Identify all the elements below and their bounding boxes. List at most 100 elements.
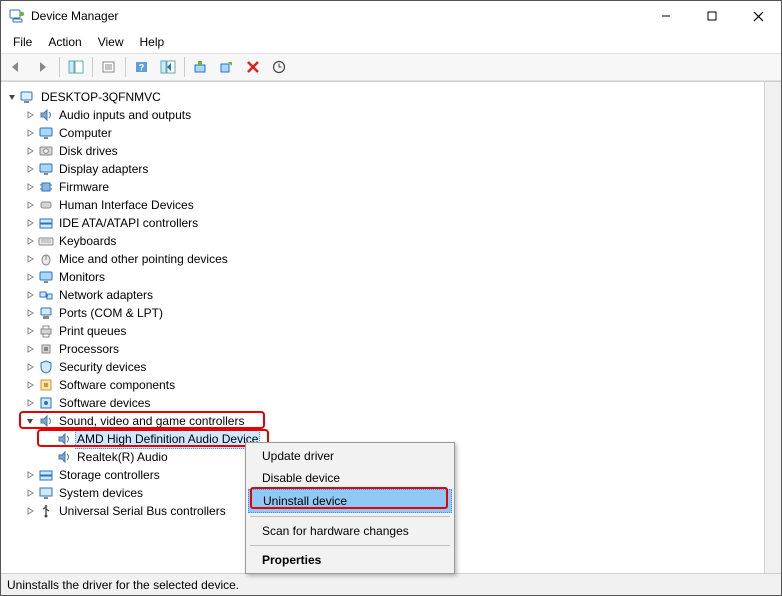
monitor-icon — [38, 125, 54, 141]
expand-icon[interactable] — [23, 308, 37, 318]
tree-item[interactable]: Processors — [3, 340, 762, 358]
tree-item[interactable]: Security devices — [3, 358, 762, 376]
tree-item[interactable]: Disk drives — [3, 142, 762, 160]
tree-item-label: Audio inputs and outputs — [57, 106, 193, 124]
tree-item[interactable]: Audio inputs and outputs — [3, 106, 762, 124]
software-component-icon — [38, 377, 54, 393]
statusbar-text: Uninstalls the driver for the selected d… — [7, 578, 239, 592]
tree-item-label: Firmware — [57, 178, 111, 196]
tree-item[interactable]: Display adapters — [3, 160, 762, 178]
expand-icon[interactable] — [23, 110, 37, 120]
tree-item-label: Disk drives — [57, 142, 120, 160]
expand-icon[interactable] — [23, 164, 37, 174]
tree-item-label: Keyboards — [57, 232, 118, 250]
storage-controller-icon — [38, 467, 54, 483]
tree-item[interactable]: Network adapters — [3, 286, 762, 304]
cpu-icon — [38, 341, 54, 357]
help-button[interactable]: ? — [130, 56, 154, 78]
tree-item-label: Display adapters — [57, 160, 150, 178]
tree-item-label: Human Interface Devices — [57, 196, 196, 214]
context-menu-separator — [250, 545, 450, 546]
maximize-button[interactable] — [689, 1, 735, 31]
tree-item-label: Computer — [57, 124, 114, 142]
forward-button[interactable] — [31, 56, 55, 78]
tree-item[interactable]: Human Interface Devices — [3, 196, 762, 214]
context-menu-item[interactable]: Uninstall device — [248, 489, 452, 513]
expand-icon[interactable] — [23, 290, 37, 300]
tree-item-label: Network adapters — [57, 286, 155, 304]
update-driver-button[interactable] — [189, 56, 213, 78]
expand-icon[interactable] — [23, 236, 37, 246]
collapse-icon[interactable] — [23, 416, 37, 426]
tree-item-label: System devices — [57, 484, 145, 502]
expand-icon[interactable] — [23, 362, 37, 372]
expand-icon[interactable] — [23, 182, 37, 192]
tree-item-label: Software devices — [57, 394, 152, 412]
context-menu-item[interactable]: Disable device — [248, 467, 452, 489]
toolbar-sep — [184, 57, 185, 77]
expand-icon[interactable] — [23, 380, 37, 390]
tree-item-label: Mice and other pointing devices — [57, 250, 230, 268]
app-icon — [9, 8, 25, 24]
toolbar: ? — [1, 53, 781, 81]
expand-icon[interactable] — [23, 326, 37, 336]
tree-item-label: Sound, video and game controllers — [57, 412, 246, 430]
minimize-button[interactable] — [643, 1, 689, 31]
toolbar-sep — [125, 57, 126, 77]
tree-item[interactable]: Monitors — [3, 268, 762, 286]
expand-icon[interactable] — [23, 398, 37, 408]
menubar: File Action View Help — [1, 31, 781, 53]
tree-item-label: DESKTOP-3QFNMVC — [39, 88, 163, 106]
expand-icon[interactable] — [23, 146, 37, 156]
speaker-icon — [38, 107, 54, 123]
expand-icon[interactable] — [23, 470, 37, 480]
show-hide-tree-button[interactable] — [64, 56, 88, 78]
tree-item[interactable]: Ports (COM & LPT) — [3, 304, 762, 322]
collapse-icon[interactable] — [5, 92, 19, 102]
tree-item[interactable]: Print queues — [3, 322, 762, 340]
tree-item[interactable]: Computer — [3, 124, 762, 142]
tree-item-label: Security devices — [57, 358, 148, 376]
tree-item-label: Universal Serial Bus controllers — [57, 502, 228, 520]
tree-item[interactable]: Keyboards — [3, 232, 762, 250]
monitor-icon — [38, 269, 54, 285]
menu-file[interactable]: File — [7, 33, 38, 51]
statusbar: Uninstalls the driver for the selected d… — [1, 573, 781, 595]
scan-hardware-button[interactable] — [267, 56, 291, 78]
tree-item-label: AMD High Definition Audio Device — [75, 429, 260, 449]
expand-icon[interactable] — [23, 272, 37, 282]
properties-button[interactable] — [97, 56, 121, 78]
back-button[interactable] — [5, 56, 29, 78]
expand-icon[interactable] — [23, 344, 37, 354]
tree-item[interactable]: IDE ATA/ATAPI controllers — [3, 214, 762, 232]
menu-action[interactable]: Action — [42, 33, 87, 51]
delete-button[interactable] — [241, 56, 265, 78]
vertical-scrollbar[interactable] — [764, 82, 781, 573]
context-menu-item[interactable]: Properties — [248, 549, 452, 571]
expand-icon[interactable] — [23, 218, 37, 228]
tree-item[interactable]: Firmware — [3, 178, 762, 196]
menu-view[interactable]: View — [92, 33, 130, 51]
tree-item[interactable]: Software devices — [3, 394, 762, 412]
context-menu-item[interactable]: Update driver — [248, 445, 452, 467]
svg-text:?: ? — [139, 63, 145, 73]
tree-item[interactable]: Software components — [3, 376, 762, 394]
menu-help[interactable]: Help — [134, 33, 171, 51]
security-icon — [38, 359, 54, 375]
tree-item[interactable]: Mice and other pointing devices — [3, 250, 762, 268]
context-menu-item[interactable]: Scan for hardware changes — [248, 520, 452, 542]
refresh-button[interactable] — [156, 56, 180, 78]
expand-icon[interactable] — [23, 128, 37, 138]
expand-icon[interactable] — [23, 488, 37, 498]
expand-icon[interactable] — [23, 200, 37, 210]
close-button[interactable] — [735, 1, 781, 31]
tree-item-label: Storage controllers — [57, 466, 162, 484]
expand-icon[interactable] — [23, 254, 37, 264]
expand-icon[interactable] — [23, 506, 37, 516]
uninstall-device-button[interactable] — [215, 56, 239, 78]
tree-item[interactable]: Sound, video and game controllers — [3, 412, 762, 430]
tree-item[interactable]: DESKTOP-3QFNMVC — [3, 88, 762, 106]
port-icon — [38, 305, 54, 321]
tree-item-label: Ports (COM & LPT) — [57, 304, 165, 322]
speaker-icon — [38, 413, 54, 429]
